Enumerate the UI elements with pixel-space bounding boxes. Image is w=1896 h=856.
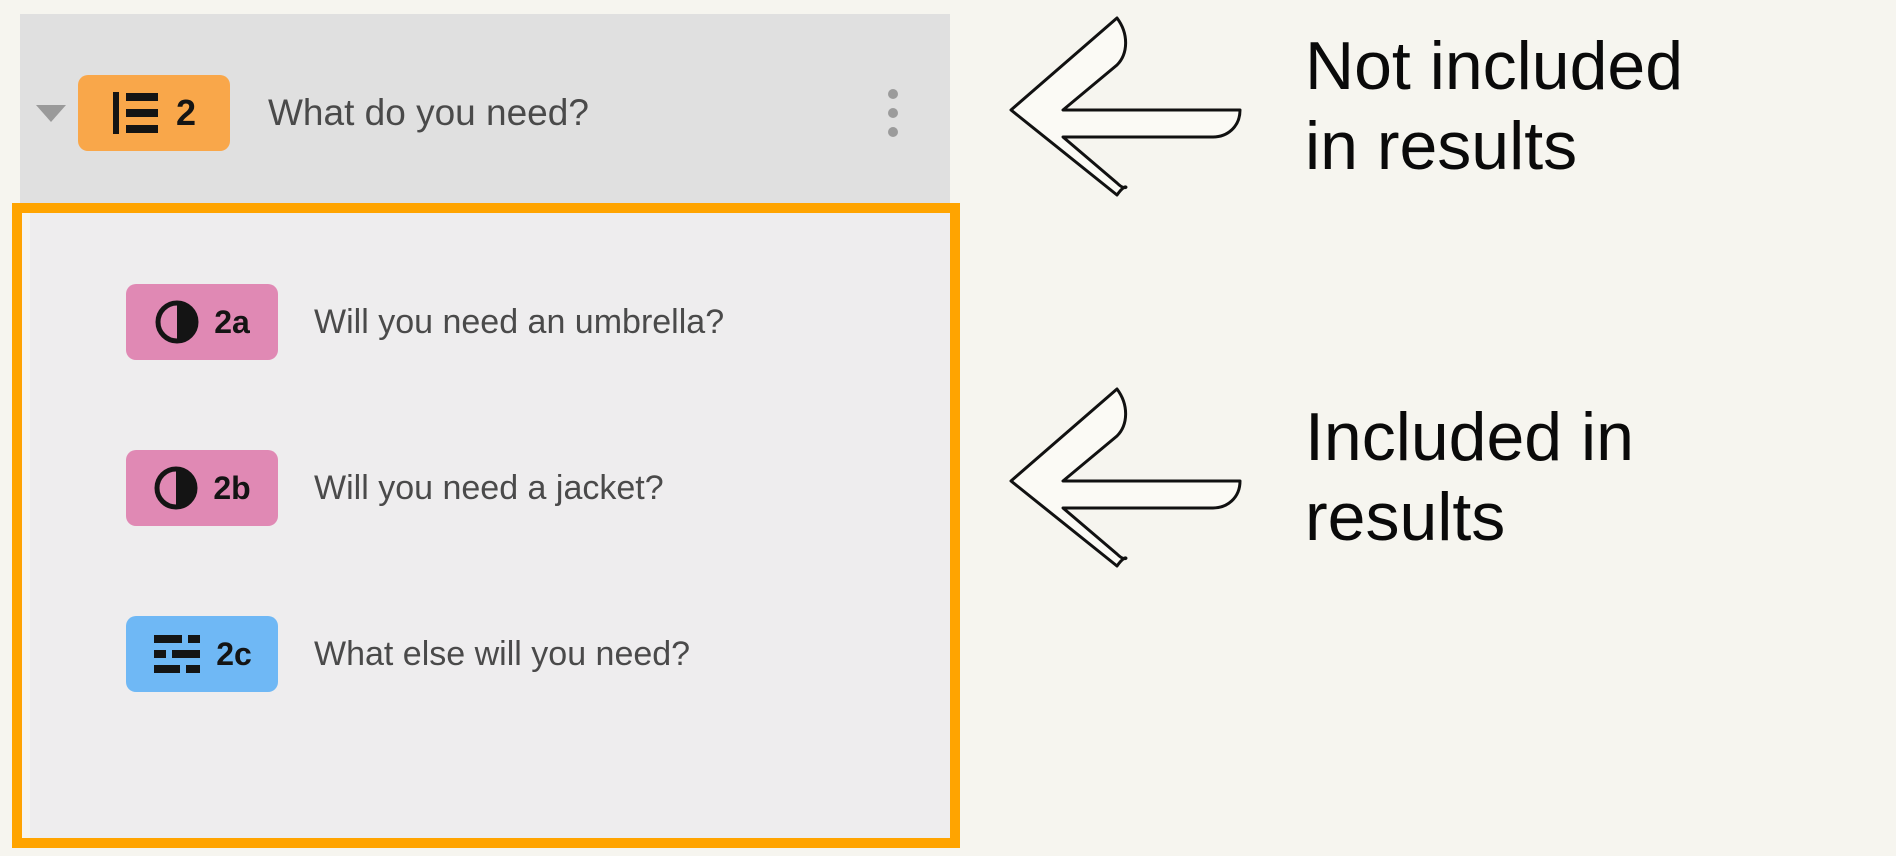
collapse-caret-down-icon[interactable] bbox=[36, 104, 66, 122]
kebab-dot bbox=[888, 127, 898, 137]
arrow-left-icon bbox=[1009, 387, 1242, 568]
section-badge[interactable]: 2 bbox=[78, 75, 230, 151]
arrow-left-icon bbox=[1009, 16, 1242, 197]
kebab-dot bbox=[888, 89, 898, 99]
section-title: What do you need? bbox=[268, 92, 589, 133]
included-highlight-box bbox=[12, 203, 960, 848]
annotation-included: Included in results bbox=[1005, 385, 1634, 570]
annotation-not-included: Not included in results bbox=[1005, 14, 1683, 199]
section-code: 2 bbox=[175, 92, 197, 133]
annotation-caption-not-included: Not included in results bbox=[1305, 27, 1684, 184]
section-header-row[interactable]: 2 What do you need? bbox=[20, 14, 950, 212]
kebab-dot bbox=[888, 108, 898, 118]
survey-outline-panel: 2 What do you need? 2a Will you need an … bbox=[12, 14, 960, 849]
kebab-menu-icon[interactable] bbox=[872, 75, 914, 151]
annotation-caption-included: Included in results bbox=[1305, 398, 1634, 555]
section-list-icon bbox=[112, 92, 158, 134]
